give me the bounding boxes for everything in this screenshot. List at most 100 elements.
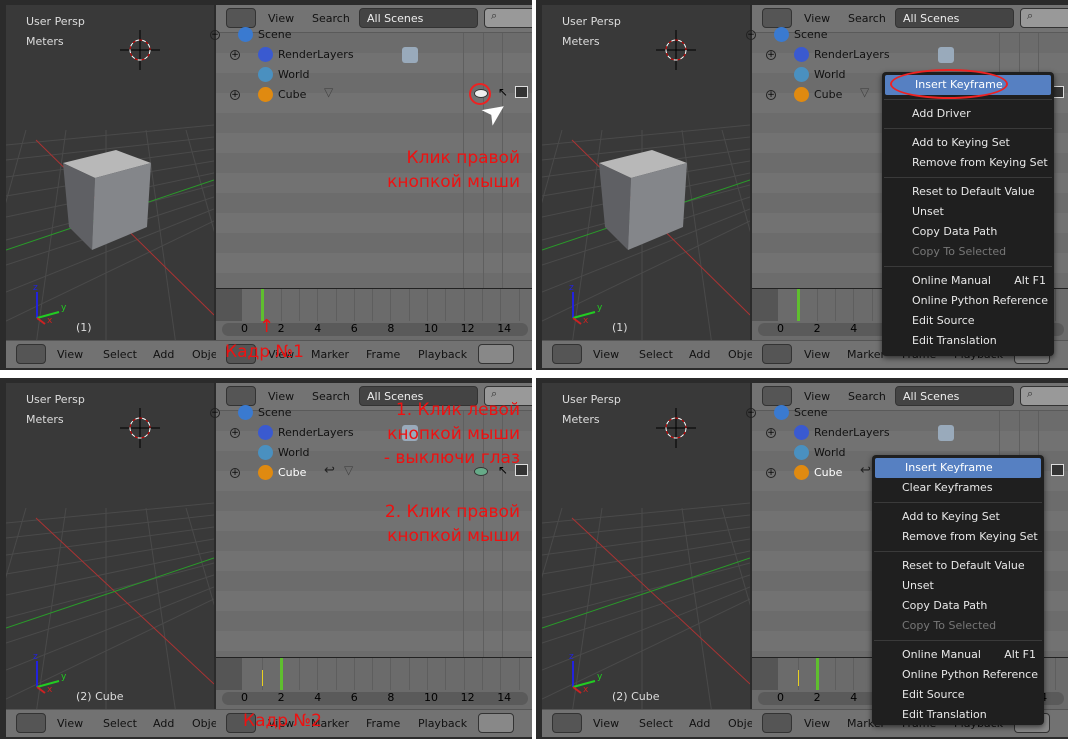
viewport-menu-view[interactable]: View — [593, 717, 619, 730]
timeline-scrub-bar[interactable] — [222, 692, 528, 705]
outliner-item-world[interactable]: World — [278, 68, 310, 81]
menu-item-insert-keyframe[interactable]: Insert Keyframe — [875, 458, 1041, 478]
menu-item-clear-keyframes[interactable]: Clear Keyframes — [872, 478, 1044, 498]
viewport-menu-select[interactable]: Select — [103, 717, 137, 730]
render_layers-expand-toggle[interactable]: + — [230, 428, 240, 438]
outliner-menu-search[interactable]: Search — [312, 390, 350, 403]
3d-viewport[interactable]: z yx User Persp Meters (1) — [542, 5, 750, 340]
timeline-menu-marker[interactable]: Marker — [311, 348, 349, 361]
menu-item-remove-from-keying-set[interactable]: Remove from Keying Set — [872, 527, 1044, 547]
viewport-menu-object[interactable]: Obje — [728, 717, 753, 730]
outliner-item-world[interactable]: World — [814, 446, 846, 459]
menu-item-add-driver[interactable]: Add Driver — [882, 104, 1054, 124]
outliner-item-scene[interactable]: Scene — [794, 28, 828, 41]
cube-expand-toggle[interactable]: + — [230, 90, 240, 100]
outliner-item-render_layers[interactable]: RenderLayers — [814, 48, 890, 61]
outliner-item-render_layers[interactable]: RenderLayers — [814, 426, 890, 439]
menu-item-online-python-reference[interactable]: Online Python Reference — [882, 291, 1054, 311]
3d-viewport[interactable]: z yx User Persp Meters (1) — [6, 5, 214, 340]
outliner-item-cube[interactable]: Cube — [814, 466, 842, 479]
3d-viewport[interactable]: z yx User Persp Meters (2) Cube — [6, 383, 214, 709]
menu-item-copy-data-path[interactable]: Copy Data Path — [882, 222, 1054, 242]
timeline-menu-playback[interactable]: Playback — [418, 717, 467, 730]
editor-type-button[interactable] — [16, 713, 46, 733]
render_layers-expand-toggle[interactable]: + — [766, 428, 776, 438]
scenes-dropdown[interactable]: All Scenes — [359, 8, 478, 28]
outliner-item-scene[interactable]: Scene — [258, 28, 292, 41]
menu-item-copy-data-path[interactable]: Copy Data Path — [872, 596, 1044, 616]
outliner-search-field[interactable]: ⌕ — [1020, 386, 1068, 406]
timeline-menu-playback[interactable]: Playback — [418, 348, 467, 361]
outliner-menu-view[interactable]: View — [804, 390, 830, 403]
cube-expand-toggle[interactable]: + — [766, 468, 776, 478]
current-frame-indicator[interactable] — [279, 658, 283, 690]
render_layers-expand-toggle[interactable]: + — [766, 50, 776, 60]
outliner-menu-view[interactable]: View — [268, 390, 294, 403]
outliner-item-world[interactable]: World — [814, 68, 846, 81]
outliner-item-cube[interactable]: Cube — [814, 88, 842, 101]
menu-item-edit-source[interactable]: Edit Source — [882, 311, 1054, 331]
editor-type-button[interactable] — [552, 713, 582, 733]
viewport-menu-object[interactable]: Obje — [192, 717, 217, 730]
current-frame-indicator[interactable] — [815, 658, 819, 690]
outliner-editor-type-button[interactable] — [762, 386, 792, 406]
viewport-menu-object[interactable]: Obje — [192, 348, 217, 361]
render_layers-expand-toggle[interactable]: + — [230, 50, 240, 60]
viewport-menu-add[interactable]: Add — [153, 717, 174, 730]
scenes-dropdown[interactable]: All Scenes — [895, 8, 1014, 28]
outliner-editor-type-button[interactable] — [226, 386, 256, 406]
menu-item-online-manual[interactable]: Online Manual Alt F1 — [872, 645, 1044, 665]
scenes-dropdown[interactable]: All Scenes — [895, 386, 1014, 406]
cube-expand-toggle[interactable]: + — [230, 468, 240, 478]
viewport-menu-add[interactable]: Add — [689, 717, 710, 730]
viewport-menu-view[interactable]: View — [57, 348, 83, 361]
menu-item-unset[interactable]: Unset — [882, 202, 1054, 222]
timeline-editor-type-button[interactable] — [762, 344, 792, 364]
scene-expand-toggle[interactable]: − — [746, 408, 756, 418]
outliner-menu-view[interactable]: View — [804, 12, 830, 25]
renderability-camera-icon[interactable] — [1051, 464, 1064, 476]
outliner-item-render_layers[interactable]: RenderLayers — [278, 48, 354, 61]
viewport-menu-add[interactable]: Add — [153, 348, 174, 361]
outliner-editor-type-button[interactable] — [762, 8, 792, 28]
menu-item-reset-to-default-value[interactable]: Reset to Default Value — [882, 182, 1054, 202]
outliner-item-cube[interactable]: Cube — [278, 466, 306, 479]
menu-item-add-to-keying-set[interactable]: Add to Keying Set — [872, 507, 1044, 527]
viewport-menu-view[interactable]: View — [593, 348, 619, 361]
keying-buttons[interactable] — [478, 344, 514, 364]
outliner-item-cube[interactable]: Cube — [278, 88, 306, 101]
viewport-menu-view[interactable]: View — [57, 717, 83, 730]
outliner-item-scene[interactable]: Scene — [794, 406, 828, 419]
outliner-search-field[interactable]: ⌕ — [484, 8, 532, 28]
scene-expand-toggle[interactable]: − — [746, 30, 756, 40]
editor-type-button[interactable] — [552, 344, 582, 364]
timeline-menu-marker[interactable]: Marker — [847, 348, 885, 361]
timeline-menu-view[interactable]: View — [804, 348, 830, 361]
renderability-camera-icon[interactable] — [515, 86, 528, 98]
outliner-item-world[interactable]: World — [278, 446, 310, 459]
outliner-editor-type-button[interactable] — [226, 8, 256, 28]
outliner-item-render_layers[interactable]: RenderLayers — [278, 426, 354, 439]
outliner-menu-search[interactable]: Search — [848, 12, 886, 25]
menu-item-online-manual[interactable]: Online Manual Alt F1 — [882, 271, 1054, 291]
timeline-menu-frame[interactable]: Frame — [366, 348, 400, 361]
viewport-menu-add[interactable]: Add — [689, 348, 710, 361]
viewport-menu-object[interactable]: Obje — [728, 348, 753, 361]
viewport-menu-select[interactable]: Select — [103, 348, 137, 361]
3d-viewport[interactable]: z yx User Persp Meters (2) Cube — [542, 383, 750, 709]
outliner-item-scene[interactable]: Scene — [258, 406, 292, 419]
outliner-search-field[interactable]: ⌕ — [1020, 8, 1068, 28]
menu-item-unset[interactable]: Unset — [872, 576, 1044, 596]
menu-item-remove-from-keying-set[interactable]: Remove from Keying Set — [882, 153, 1054, 173]
editor-type-button[interactable] — [16, 344, 46, 364]
menu-item-reset-to-default-value[interactable]: Reset to Default Value — [872, 556, 1044, 576]
viewport-menu-select[interactable]: Select — [639, 348, 673, 361]
scene-expand-toggle[interactable]: − — [210, 30, 220, 40]
menu-item-edit-translation[interactable]: Edit Translation — [872, 705, 1044, 725]
menu-item-edit-translation[interactable]: Edit Translation — [882, 331, 1054, 351]
cube-expand-toggle[interactable]: + — [766, 90, 776, 100]
outliner-menu-view[interactable]: View — [268, 12, 294, 25]
timeline-menu-view[interactable]: View — [804, 717, 830, 730]
scene-expand-toggle[interactable]: − — [210, 408, 220, 418]
menu-item-edit-source[interactable]: Edit Source — [872, 685, 1044, 705]
